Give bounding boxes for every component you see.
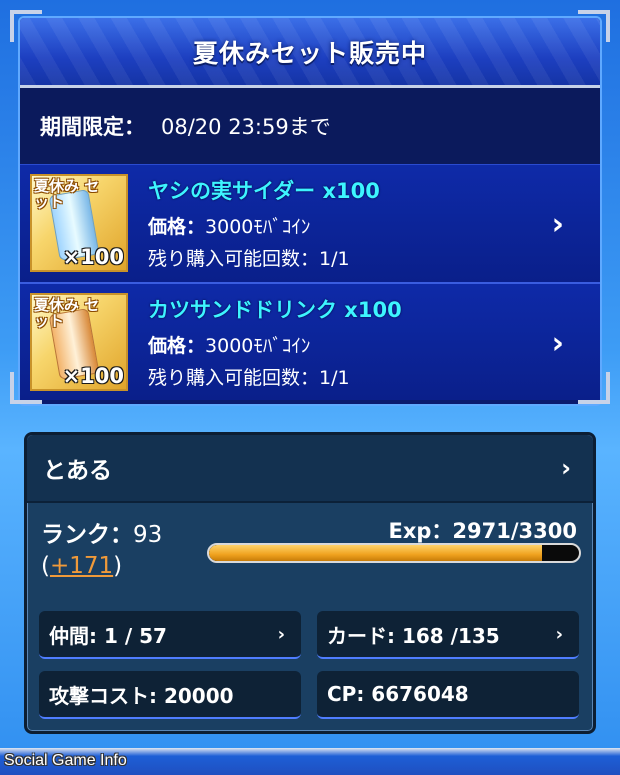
thumb-tag: 夏休み セット bbox=[34, 296, 100, 330]
watermark: Social Game Info bbox=[4, 752, 127, 769]
player-name: とある bbox=[43, 458, 112, 484]
exp-text: Exp：2971/3300 bbox=[388, 519, 578, 543]
friends-button[interactable]: 仲間: 1 / 57 › bbox=[39, 611, 301, 659]
item-name: ヤシの実サイダー x100 bbox=[148, 179, 380, 203]
chevron-right-icon[interactable]: › bbox=[552, 326, 564, 361]
remaining-value: 1/1 bbox=[319, 248, 350, 270]
sale-item-katsu-sand-drink[interactable]: 夏休み セット ×100 カツサンドドリンク x100 価格：3000ﾓﾊﾞｺｲ… bbox=[20, 282, 600, 400]
attack-cost-label: 攻撃コスト: 20000 bbox=[49, 683, 234, 708]
rank-label: ランク： bbox=[41, 522, 133, 548]
price-value: 3000ﾓﾊﾞｺｲﾝ bbox=[205, 335, 311, 357]
thumb-tag: 夏休み セット bbox=[34, 177, 100, 211]
price-label: 価格： bbox=[148, 335, 206, 357]
rank-bonus-link[interactable]: +171 bbox=[50, 553, 113, 579]
cp-label: CP: 6676048 bbox=[327, 682, 469, 706]
frame-corner-icon bbox=[10, 10, 42, 42]
frame-corner-icon bbox=[10, 372, 42, 404]
chevron-right-icon: › bbox=[277, 623, 285, 645]
rank: ランク：93 bbox=[41, 515, 162, 549]
thumb-qty: ×100 bbox=[62, 245, 124, 269]
attack-cost-stat: 攻撃コスト: 20000 bbox=[39, 671, 301, 719]
paren-open: ( bbox=[41, 553, 50, 579]
item-price: 価格：3000ﾓﾊﾞｺｲﾝ bbox=[148, 211, 380, 243]
chevron-right-icon[interactable]: › bbox=[552, 207, 564, 242]
exp-progress-bar bbox=[207, 543, 581, 563]
sale-item-coconut-cider[interactable]: 夏休み セット ×100 ヤシの実サイダー x100 価格：3000ﾓﾊﾞｺｲﾝ… bbox=[20, 164, 600, 282]
item-remaining: 残り購入可能回数：1/1 bbox=[148, 243, 380, 275]
price-label: 価格： bbox=[148, 216, 206, 238]
frame-corner-icon bbox=[578, 372, 610, 404]
exp-progress-fill bbox=[209, 545, 542, 561]
profile-header[interactable]: とある › bbox=[27, 435, 593, 503]
rank-value: 93 bbox=[133, 522, 163, 548]
item-thumbnail: 夏休み セット ×100 bbox=[30, 174, 128, 272]
item-info: ヤシの実サイダー x100 価格：3000ﾓﾊﾞｺｲﾝ 残り購入可能回数：1/1 bbox=[148, 175, 380, 275]
item-thumbnail: 夏休み セット ×100 bbox=[30, 293, 128, 391]
profile-panel: とある › ランク：93 (+171) Exp：2971/3300 仲間: 1 … bbox=[24, 432, 596, 734]
item-name: カツサンドドリンク x100 bbox=[148, 298, 402, 322]
cards-button[interactable]: カード: 168 /135 › bbox=[317, 611, 579, 659]
thumb-qty: ×100 bbox=[62, 364, 124, 388]
chevron-right-icon: › bbox=[555, 623, 563, 645]
cards-label: カード: 168 /135 bbox=[327, 623, 500, 648]
remaining-label: 残り購入可能回数： bbox=[148, 367, 320, 389]
paren-close: ) bbox=[113, 553, 123, 579]
item-info: カツサンドドリンク x100 価格：3000ﾓﾊﾞｺｲﾝ 残り購入可能回数：1/… bbox=[148, 294, 402, 394]
remaining-value: 1/1 bbox=[319, 367, 350, 389]
limited-period-row: 期間限定： 08/20 23:59まで bbox=[20, 88, 600, 164]
limited-period-value: 08/20 23:59まで bbox=[161, 115, 331, 139]
limited-period-label: 期間限定： bbox=[40, 115, 145, 139]
sale-panel: 夏休みセット販売中 期間限定： 08/20 23:59まで 夏休み セット ×1… bbox=[18, 16, 602, 406]
remaining-label: 残り購入可能回数： bbox=[148, 248, 320, 270]
chevron-right-icon[interactable]: › bbox=[561, 454, 571, 482]
price-value: 3000ﾓﾊﾞｺｲﾝ bbox=[205, 216, 311, 238]
sale-header: 夏休みセット販売中 bbox=[20, 18, 600, 88]
rank-bonus: (+171) bbox=[41, 553, 122, 579]
sale-title: 夏休みセット販売中 bbox=[192, 38, 427, 68]
friends-label: 仲間: 1 / 57 bbox=[49, 623, 167, 648]
frame-corner-icon bbox=[578, 10, 610, 42]
item-remaining: 残り購入可能回数：1/1 bbox=[148, 362, 402, 394]
item-price: 価格：3000ﾓﾊﾞｺｲﾝ bbox=[148, 330, 402, 362]
cp-stat: CP: 6676048 bbox=[317, 671, 579, 719]
